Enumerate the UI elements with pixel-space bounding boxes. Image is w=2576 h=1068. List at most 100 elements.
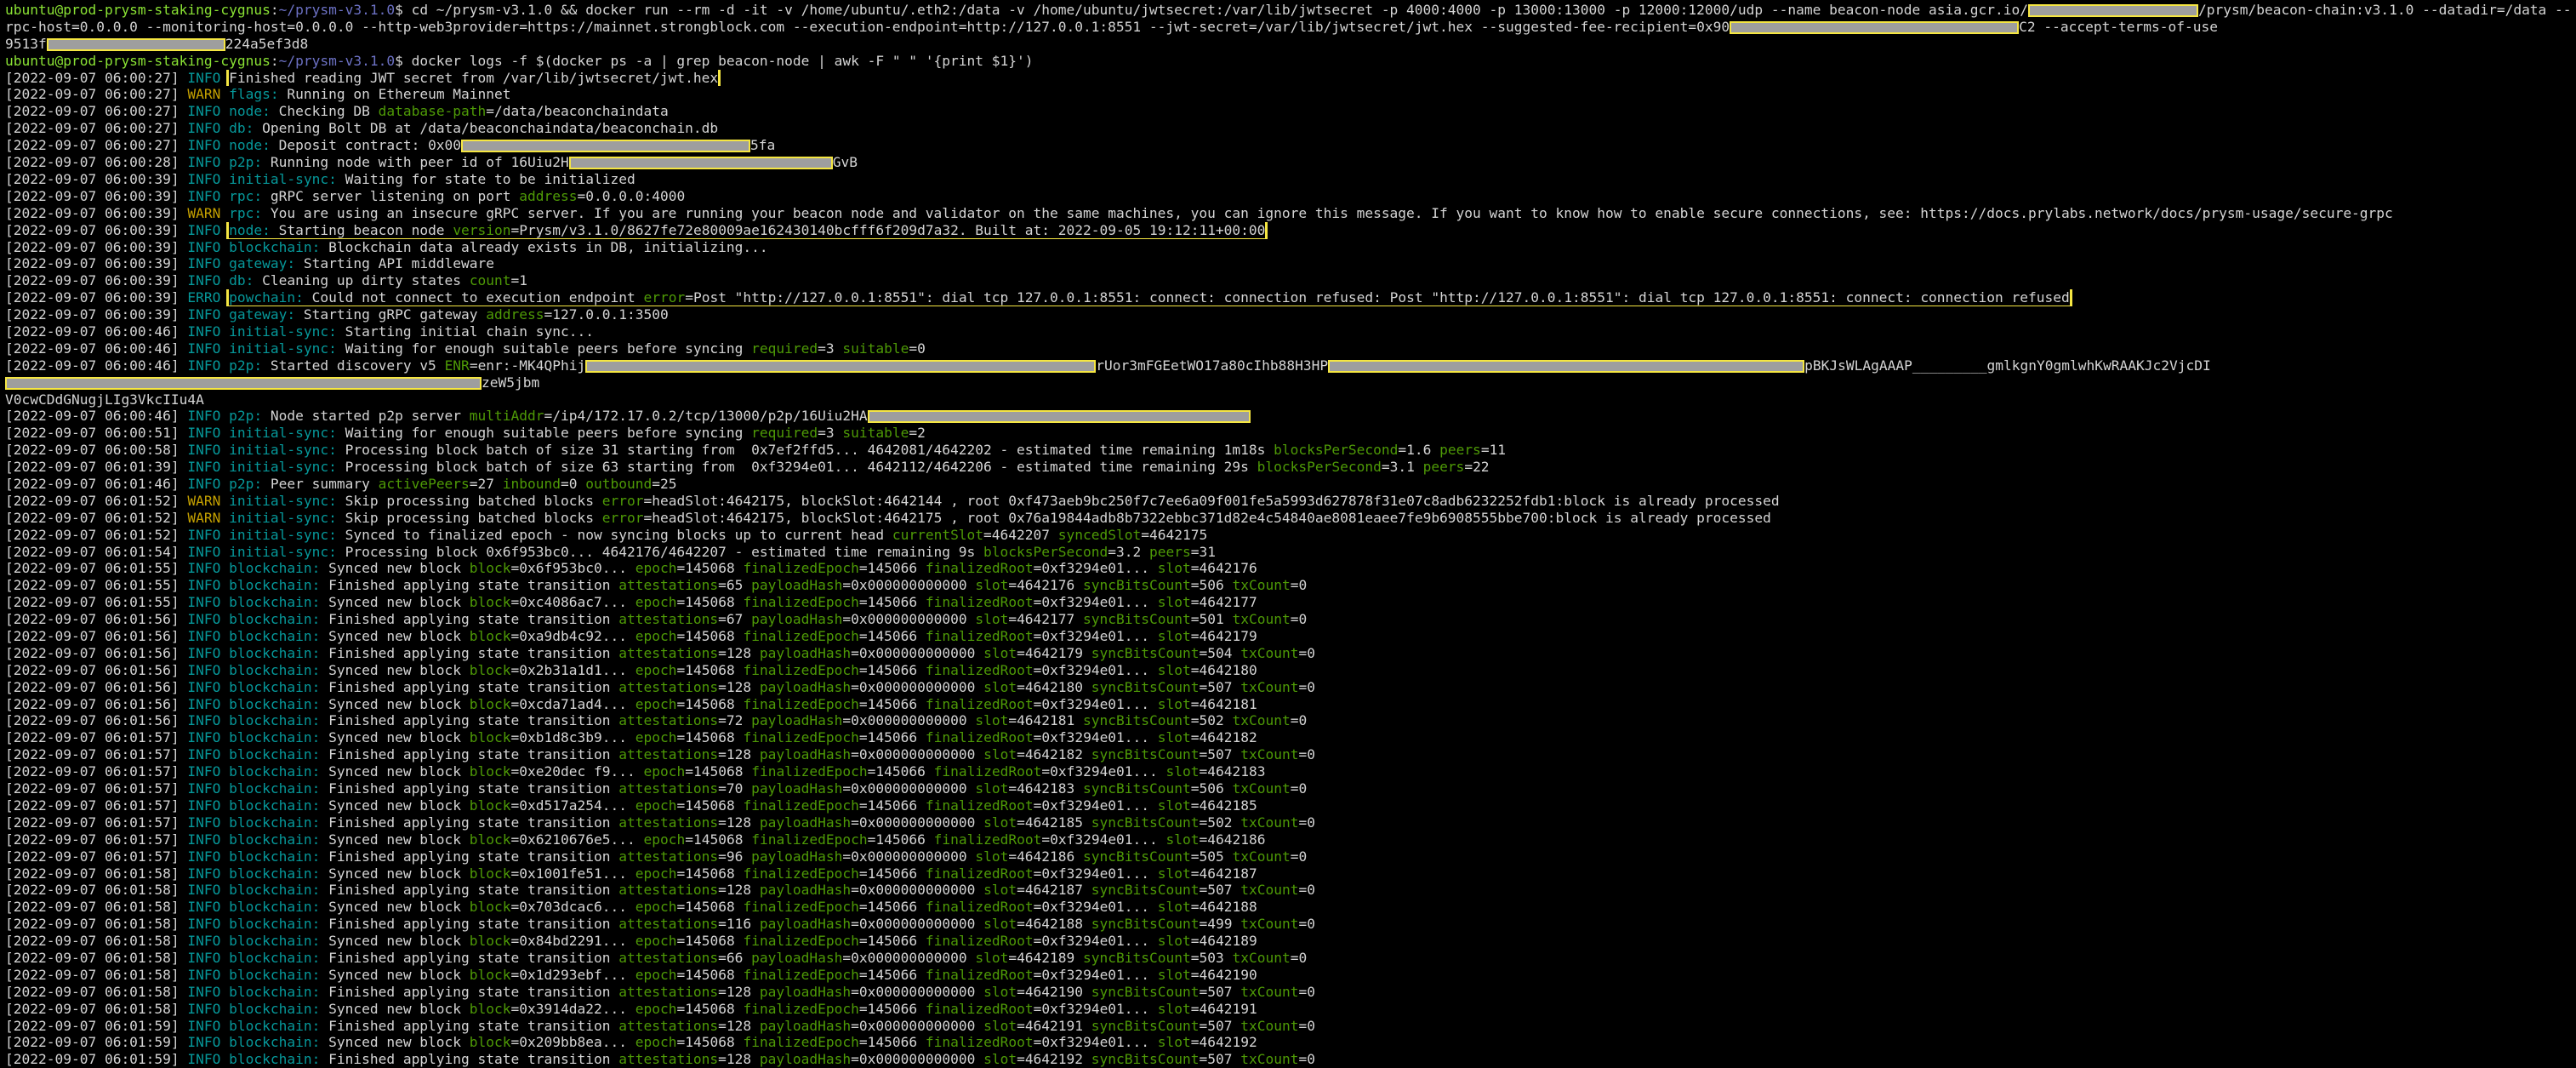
log-field-key: version [453,221,511,238]
log-timestamp: [2022-09-07 06:01:55] [5,560,180,577]
log-level: INFO [187,425,221,442]
log-field-eq: = [1190,780,1200,797]
terminal-window[interactable]: ubuntu@prod-prysm-staking-cygnus:~/prysm… [0,0,2576,1068]
log-message: Skip processing batched blocks [345,509,594,526]
log-line: [2022-09-07 06:00:27] INFO db: Opening B… [5,120,2573,137]
log-field-key: finalizedRoot [925,899,1034,916]
log-field-value: 3 [825,340,835,357]
log-field-key: epoch [643,763,686,780]
log-prefix: blockchain: [229,966,321,983]
log-timestamp: [2022-09-07 06:01:58] [5,966,180,983]
log-field-key: txCount [1240,678,1299,695]
log-prefix: blockchain: [229,1034,321,1051]
log-field-value: /data/beaconchaindata [494,103,669,120]
log-level: INFO [187,848,221,865]
log-field-value: 0xf3294e01... [1041,594,1150,611]
log-field-value: 0x000000000000 [851,712,967,729]
log-field-value: 0 [1298,577,1308,594]
log-field-key: peers [1148,543,1191,560]
log-field-key: slot [983,1017,1017,1034]
log-message: Finished reading JWT secret from /var/li… [229,69,719,86]
log-field-value: 145068 [685,966,735,983]
log-line: [2022-09-07 06:01:56] INFO blockchain: F… [5,611,2573,628]
log-prefix: node: [229,103,271,120]
log-field-value: 504 [1207,644,1233,661]
log-line: [2022-09-07 06:01:52] WARN initial-sync:… [5,510,2573,527]
log-field-value: 0xf3294e01... [1041,966,1150,983]
log-timestamp: [2022-09-07 06:00:46] [5,340,180,357]
log-field-value: 0x6f953bc0... [519,560,627,577]
log-field-key: inbound [502,476,561,493]
log-field-value: 65 [726,577,744,594]
log-field-key: epoch [635,695,677,712]
log-field-key: attestations [618,678,719,695]
log-message: Running on Ethereum Mainnet [287,86,511,103]
log-field-key: attestations [618,882,719,899]
log-field-eq: = [1008,611,1017,628]
log-level: ERRO [187,289,221,306]
log-level: INFO [187,1000,221,1017]
log-field-key: syncBitsCount [1091,644,1200,661]
log-field-value: 0 [1298,949,1308,966]
log-field-value: 4642175 [1149,526,1208,543]
log-field-eq: = [858,899,868,916]
log-field-key: payloadHash [759,882,852,899]
log-timestamp: [2022-09-07 06:01:59] [5,1051,180,1068]
log-field-key: attestations [618,949,719,966]
enr-continuation: V0cwCDdGNugjLIg3VkcIIu4A [5,391,204,408]
log-level: INFO [187,763,221,780]
log-message: Synced new block [328,1000,462,1017]
log-field-value: 507 [1207,1017,1233,1034]
log-field-value: 3.1 [1389,459,1415,476]
log-timestamp: [2022-09-07 06:00:46] [5,323,180,340]
log-field-eq: = [1033,560,1042,577]
log-field-key: outbound [585,476,653,493]
log-field-value: 145066 [867,899,918,916]
log-field-value: 505 [1199,848,1224,865]
log-message: Finished applying state transition [328,983,611,1000]
log-field-value: 128 [726,1017,752,1034]
log-field-eq: = [652,476,660,493]
log-field-key: finalizedRoot [925,729,1034,746]
log-field-value: 0xd517a254... [519,797,627,814]
log-field-key: block [469,933,511,950]
log-line: [2022-09-07 06:01:58] INFO blockchain: S… [5,933,2573,950]
log-line: [2022-09-07 06:00:27] INFO Finished read… [5,69,2573,87]
log-field-key: slot [975,611,1009,628]
log-field-value: 0 [1298,712,1308,729]
log-timestamp: [2022-09-07 06:01:57] [5,729,180,746]
log-field-eq: = [1033,865,1042,882]
log-prefix: gateway: [229,255,296,272]
log-timestamp: [2022-09-07 06:00:39] [5,289,180,306]
log-field-eq: = [676,966,686,983]
log-field-key: payloadHash [751,611,843,628]
log-field-value: 4642186 [1017,848,1075,865]
log-message: Finished applying state transition [328,644,611,661]
log-timestamp: [2022-09-07 06:01:57] [5,763,180,780]
log-level: INFO [187,255,221,272]
log-field-value: 0 [1307,1051,1315,1068]
log-field-key: payloadHash [759,1051,852,1068]
log-field-value: 0xf3294e01... [1041,661,1150,678]
log-field-eq: = [486,103,495,120]
log-field-value: 145068 [685,1034,735,1051]
log-field-key: blocksPerSecond [1257,459,1382,476]
log-field-key: epoch [635,966,677,983]
log-field-key: multiAddr [469,408,544,425]
log-field-value: 0 [1307,882,1315,899]
log-level: INFO [187,323,221,340]
log-timestamp: [2022-09-07 06:00:39] [5,170,180,187]
log-field-value: 66 [726,949,744,966]
log-field-eq: = [851,882,859,899]
log-level: INFO [187,899,221,916]
prompt-host: ubuntu@prod-prysm-staking-cygnus [5,52,271,69]
log-level: INFO [187,611,221,628]
log-field-value: 0x000000000000 [858,644,976,661]
log-level: INFO [187,221,221,238]
log-field-eq: = [867,763,876,780]
log-timestamp: [2022-09-07 06:01:52] [5,492,180,509]
log-field-eq: = [685,831,693,848]
log-field-value: 0 [1307,678,1315,695]
log-field-eq: = [718,814,727,831]
log-message: Finished applying state transition [328,882,611,899]
